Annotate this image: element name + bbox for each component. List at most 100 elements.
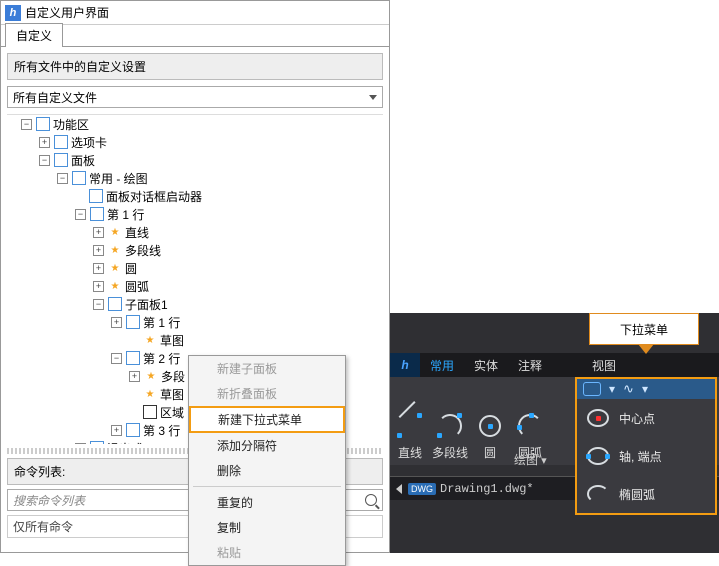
mi-new-sub-panel[interactable]: 新建子面板: [189, 356, 345, 381]
row-icon: [126, 351, 140, 365]
expand-icon[interactable]: +: [93, 263, 104, 274]
dwg-badge-icon: DWG: [408, 483, 436, 495]
expand-icon[interactable]: +: [93, 245, 104, 256]
ellipse-dropdown: ▾ ∿ ▾ 中心点 轴, 端点 椭圆弧: [575, 377, 717, 515]
collapse-icon[interactable]: −: [39, 155, 50, 166]
tree-panel-dialog[interactable]: 面板对话框启动器: [106, 188, 202, 205]
collapse-icon[interactable]: −: [75, 209, 86, 220]
star-icon: ★: [143, 333, 157, 347]
tree-slideout[interactable]: 滑出式: [107, 440, 143, 445]
dd-ellipse-arc[interactable]: 椭圆弧: [577, 475, 715, 513]
tree-subpanel1[interactable]: 子面板1: [125, 296, 168, 313]
search-placeholder: 搜索命令列表: [13, 492, 85, 509]
tree-fnzone[interactable]: 功能区: [53, 116, 89, 133]
triangle-left-icon[interactable]: [396, 484, 402, 494]
tree-arc[interactable]: 圆弧: [125, 278, 149, 295]
dialog-tabs: 自定义: [1, 25, 389, 47]
ribbon-tab-common[interactable]: 常用: [420, 353, 464, 377]
row-icon: [126, 315, 140, 329]
btn-polyline[interactable]: 多段线: [430, 377, 470, 465]
combo-label: 所有自定义文件: [13, 89, 97, 106]
chevron-down-icon: [369, 95, 377, 100]
expand-icon[interactable]: +: [75, 443, 86, 445]
chevron-down-icon: ▾: [609, 382, 615, 396]
row-icon: [90, 441, 104, 444]
mi-delete[interactable]: 删除: [189, 458, 345, 483]
dd-axis-end[interactable]: 轴, 端点: [577, 437, 715, 475]
expand-icon[interactable]: +: [93, 227, 104, 238]
ribbon-tab-annotate[interactable]: 注释: [508, 353, 552, 377]
ellipse-axis-icon: [585, 443, 611, 469]
tree-draft2[interactable]: 草图: [160, 386, 184, 403]
expand-icon[interactable]: +: [111, 425, 122, 436]
dd-center[interactable]: 中心点: [577, 399, 715, 437]
tab-customize[interactable]: 自定义: [5, 23, 63, 47]
collapse-icon[interactable]: −: [21, 119, 32, 130]
mi-duplicate[interactable]: 重复的: [189, 490, 345, 515]
context-menu: 新建子面板 新折叠面板 新建下拉式菜单 添加分隔符 删除 重复的 复制 粘贴: [188, 355, 346, 566]
star-icon: ★: [108, 261, 122, 275]
expand-icon[interactable]: +: [129, 371, 140, 382]
mi-copy[interactable]: 复制: [189, 515, 345, 540]
app-logo-icon[interactable]: h: [390, 353, 420, 377]
dropdown-header[interactable]: ▾ ∿ ▾: [577, 379, 715, 399]
collapse-icon[interactable]: −: [111, 353, 122, 364]
tree-circle[interactable]: 圆: [125, 260, 137, 277]
mi-new-dropdown[interactable]: 新建下拉式菜单: [190, 407, 344, 432]
mi-new-fold-panel[interactable]: 新折叠面板: [189, 381, 345, 406]
tab-customize-label: 自定义: [16, 29, 52, 43]
expand-icon[interactable]: +: [93, 281, 104, 292]
row-icon: [126, 423, 140, 437]
callout-dropdown: 下拉菜单: [589, 313, 699, 345]
tree-panels[interactable]: 面板: [71, 152, 95, 169]
btn-line[interactable]: 直线: [390, 377, 430, 465]
folder-icon: [36, 117, 50, 131]
tree-row1b[interactable]: 第 1 行: [143, 314, 180, 331]
file-name[interactable]: Drawing1.dwg*: [440, 482, 534, 496]
search-icon: [365, 494, 377, 506]
panel-icon: [72, 171, 86, 185]
ellipse-arc-icon: [585, 481, 611, 507]
star-icon: ★: [108, 225, 122, 239]
folder-icon: [54, 135, 68, 149]
section-all-settings: 所有文件中的自定义设置: [7, 53, 383, 80]
tree-row2[interactable]: 第 2 行: [143, 350, 180, 367]
box-icon: [143, 405, 157, 419]
line-icon: [395, 411, 425, 441]
tree-polyline[interactable]: 多段线: [125, 242, 161, 259]
tree-row1[interactable]: 第 1 行: [107, 206, 144, 223]
folder-icon: [54, 153, 68, 167]
ellipse-center-icon: [585, 405, 611, 431]
tree-row3[interactable]: 第 3 行: [143, 422, 180, 439]
expand-icon[interactable]: +: [39, 137, 50, 148]
polyline-icon: [435, 411, 465, 441]
ellipse-chip-icon: [583, 382, 601, 396]
star-icon: ★: [143, 387, 157, 401]
window-title: 自定义用户界面: [25, 4, 109, 21]
ribbon-panel-label[interactable]: 绘图 ▾: [500, 445, 561, 474]
title-bar: h 自定义用户界面: [1, 1, 389, 25]
ribbon-tab-solid[interactable]: 实体: [464, 353, 508, 377]
tree-common-draw[interactable]: 常用 - 绘图: [89, 170, 148, 187]
collapse-icon[interactable]: −: [93, 299, 104, 310]
expand-icon[interactable]: +: [111, 317, 122, 328]
combo-all-files[interactable]: 所有自定义文件: [7, 86, 383, 108]
tree-tabs[interactable]: 选项卡: [71, 134, 107, 151]
ribbon-tabs: h 常用 实体 注释 视图: [390, 353, 719, 377]
collapse-icon[interactable]: −: [57, 173, 68, 184]
tree-draft[interactable]: 草图: [160, 332, 184, 349]
panel-icon: [89, 189, 103, 203]
chevron-down-icon: ▾: [642, 382, 648, 396]
star-icon: ★: [144, 369, 158, 383]
circle-icon: [475, 411, 505, 441]
tree-poly2[interactable]: 多段: [161, 368, 185, 385]
tree-region[interactable]: 区域: [160, 404, 184, 421]
tree-line[interactable]: 直线: [125, 224, 149, 241]
row-icon: [90, 207, 104, 221]
app-icon: h: [5, 5, 21, 21]
spline-icon: ∿: [623, 381, 634, 397]
ribbon-tab-view[interactable]: 视图: [582, 353, 626, 377]
mi-add-separator[interactable]: 添加分隔符: [189, 433, 345, 458]
cad-preview: 下拉菜单 h 常用 实体 注释 视图 直线 多段线 圆 圆弧 绘图 ▾ 移动: [390, 313, 719, 553]
star-icon: ★: [108, 243, 122, 257]
